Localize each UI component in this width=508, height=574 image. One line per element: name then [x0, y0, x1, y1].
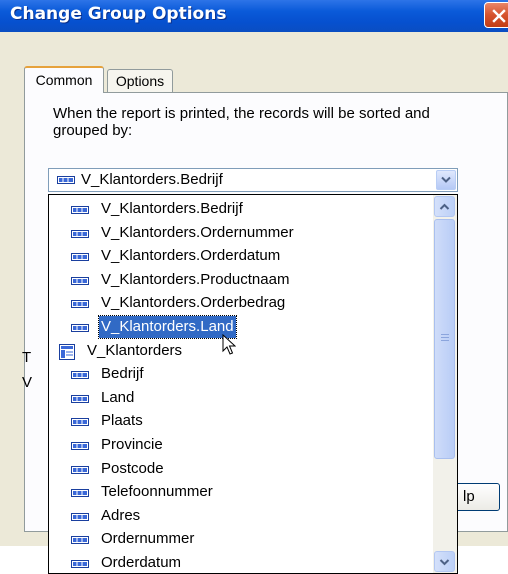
- scroll-thumb[interactable]: [434, 219, 455, 459]
- field-icon: [71, 489, 89, 498]
- tab-options[interactable]: Options: [107, 69, 173, 93]
- dropdown-option[interactable]: V_Klantorders.Productnaam: [49, 269, 433, 293]
- chevron-up-icon: [439, 203, 450, 210]
- dropdown-option-label: V_Klantorders.Bedrijf: [101, 200, 243, 217]
- mouse-pointer-icon: [222, 334, 236, 355]
- dropdown-option-label: V_Klantorders.Land: [98, 315, 237, 339]
- dropdown-option-label: V_Klantorders.Productnaam: [101, 270, 290, 288]
- dropdown-option-label: V_Klantorders: [87, 341, 183, 359]
- dropdown-option[interactable]: Provincie: [49, 434, 433, 458]
- dropdown-option-label: Land: [101, 388, 135, 406]
- group-by-dropdown-list[interactable]: V_Klantorders.Bedrijf V_Klantorders.Order…: [48, 194, 458, 574]
- obscured-label-t: T: [22, 349, 32, 366]
- group-by-value: V_Klantorders.Bedrijf: [81, 171, 223, 188]
- field-icon: [71, 560, 89, 568]
- close-icon: [492, 9, 506, 23]
- group-description: When the report is printed, the records …: [53, 105, 430, 139]
- field-icon: [71, 206, 89, 214]
- field-icon: [71, 512, 89, 521]
- dropdown-option[interactable]: Postcode: [49, 458, 433, 482]
- dropdown-option-label: V_Klantorders.Orderdatum: [101, 247, 281, 265]
- field-icon: [71, 442, 89, 450]
- dropdown-option[interactable]: V_Klantorders.Orderbedrag: [49, 292, 433, 316]
- chevron-down-icon: [441, 176, 451, 183]
- dropdown-option[interactable]: Bedrijf: [49, 363, 433, 387]
- dropdown-option-label: Adres: [101, 506, 141, 524]
- dropdown-option-label: V_Klantorders.Orderbedrag: [101, 294, 286, 312]
- dropdown-option[interactable]: Land: [49, 387, 433, 411]
- dropdown-option[interactable]: Orderdatum: [49, 552, 433, 573]
- dropdown-option-label: Postcode: [101, 459, 164, 477]
- scrollbar[interactable]: [433, 195, 457, 573]
- field-icon: [71, 324, 89, 332]
- tab-common[interactable]: Common: [24, 66, 104, 93]
- dropdown-option[interactable]: Telefoonnummer: [49, 481, 433, 505]
- field-icon: [57, 176, 75, 184]
- dropdown-option-label: Provincie: [101, 436, 163, 453]
- obscured-label-v: V: [22, 374, 33, 391]
- field-icon: [71, 229, 89, 238]
- close-button[interactable]: [484, 2, 508, 28]
- dropdown-option[interactable]: V_Klantorders: [49, 340, 433, 364]
- dropdown-option-label: V_Klantorders.Ordernummer: [101, 223, 294, 241]
- field-icon: [71, 536, 89, 545]
- table-icon: [59, 343, 75, 360]
- scroll-down-button[interactable]: [434, 551, 455, 572]
- field-icon: [71, 276, 89, 285]
- field-icon: [71, 253, 89, 262]
- grip-icon: [441, 334, 449, 343]
- dropdown-option-label: Orderdatum: [101, 554, 182, 571]
- field-icon: [71, 371, 89, 380]
- field-icon: [71, 418, 89, 427]
- dropdown-option-label: Telefoonnummer: [101, 483, 213, 501]
- group-by-select[interactable]: V_Klantorders.Bedrijf: [48, 168, 458, 192]
- dropdown-option[interactable]: V_Klantorders.Orderdatum: [49, 245, 433, 269]
- dropdown-option[interactable]: V_Klantorders.Bedrijf: [49, 198, 433, 222]
- field-icon: [71, 300, 89, 309]
- dropdown-option-label: Ordernummer: [101, 530, 195, 548]
- chevron-down-icon: [439, 559, 450, 566]
- dropdown-option[interactable]: Adres: [49, 505, 433, 529]
- dropdown-option-label: Plaats: [101, 412, 143, 430]
- scroll-up-button[interactable]: [434, 196, 455, 217]
- dropdown-option[interactable]: V_Klantorders.Land: [49, 315, 433, 340]
- field-icon: [71, 394, 89, 403]
- dropdown-option-label: Bedrijf: [101, 365, 144, 383]
- title-bar: Change Group Options: [0, 0, 508, 32]
- window-title: Change Group Options: [10, 4, 227, 24]
- dropdown-option[interactable]: Plaats: [49, 410, 433, 434]
- field-icon: [71, 465, 89, 474]
- dropdown-option[interactable]: Ordernummer: [49, 528, 433, 552]
- dropdown-button[interactable]: [436, 170, 456, 190]
- dropdown-option[interactable]: V_Klantorders.Ordernummer: [49, 222, 433, 246]
